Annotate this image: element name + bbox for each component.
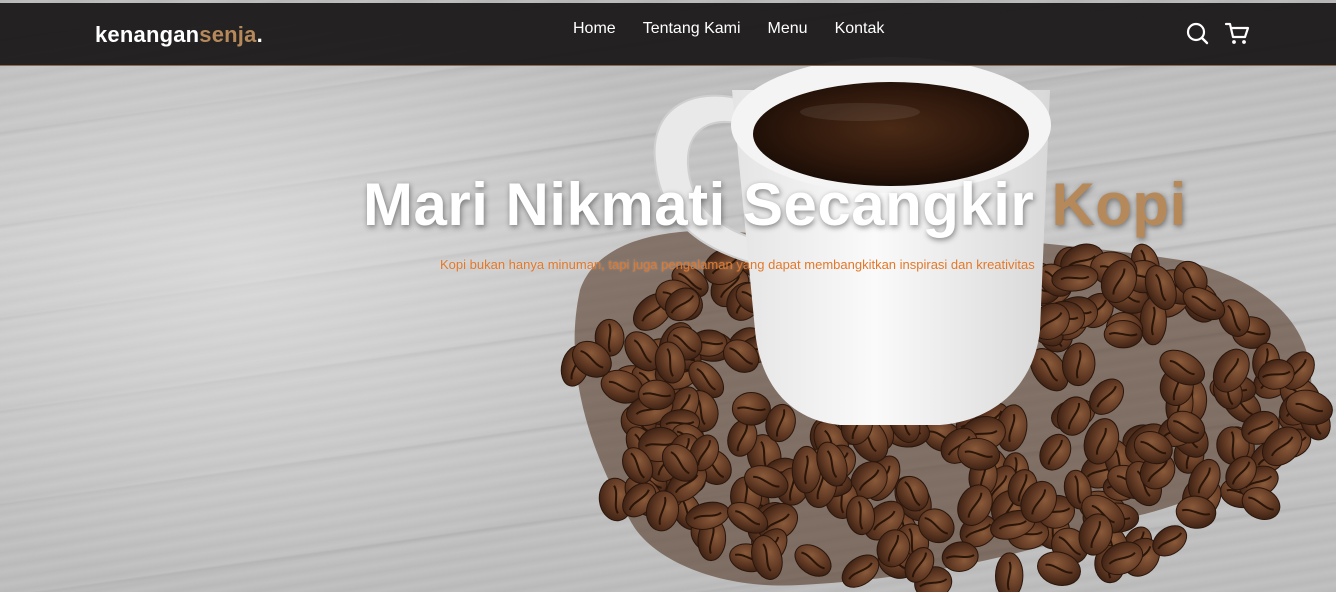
hero-title: Mari Nikmati Secangkir Kopi xyxy=(363,170,1187,239)
brand-name-accent: senja xyxy=(199,22,257,47)
navbar: kenangansenja. Home Tentang Kami Menu Ko… xyxy=(0,3,1336,66)
brand-name-main: kenangan xyxy=(95,22,200,47)
hero-title-accent: Kopi xyxy=(1051,171,1187,238)
nav-icons xyxy=(1184,20,1250,46)
hero-title-main: Mari Nikmati Secangkir xyxy=(363,171,1052,238)
search-icon[interactable] xyxy=(1184,20,1210,46)
nav-links: Home Tentang Kami Menu Kontak xyxy=(573,20,911,38)
brand-logo[interactable]: kenangansenja. xyxy=(95,22,263,48)
nav-link-menu[interactable]: Menu xyxy=(768,20,808,38)
nav-link-tentang-kami[interactable]: Tentang Kami xyxy=(643,20,741,38)
hero-image-coffee-cup-beans xyxy=(560,57,1333,592)
nav-link-kontak[interactable]: Kontak xyxy=(835,20,885,38)
shopping-cart-icon[interactable] xyxy=(1224,20,1250,46)
nav-link-home[interactable]: Home xyxy=(573,20,616,38)
brand-name-dot: . xyxy=(256,22,263,47)
hero-section xyxy=(0,0,1336,592)
hero-subtitle: Kopi bukan hanya minuman, tapi juga peng… xyxy=(440,257,1035,272)
